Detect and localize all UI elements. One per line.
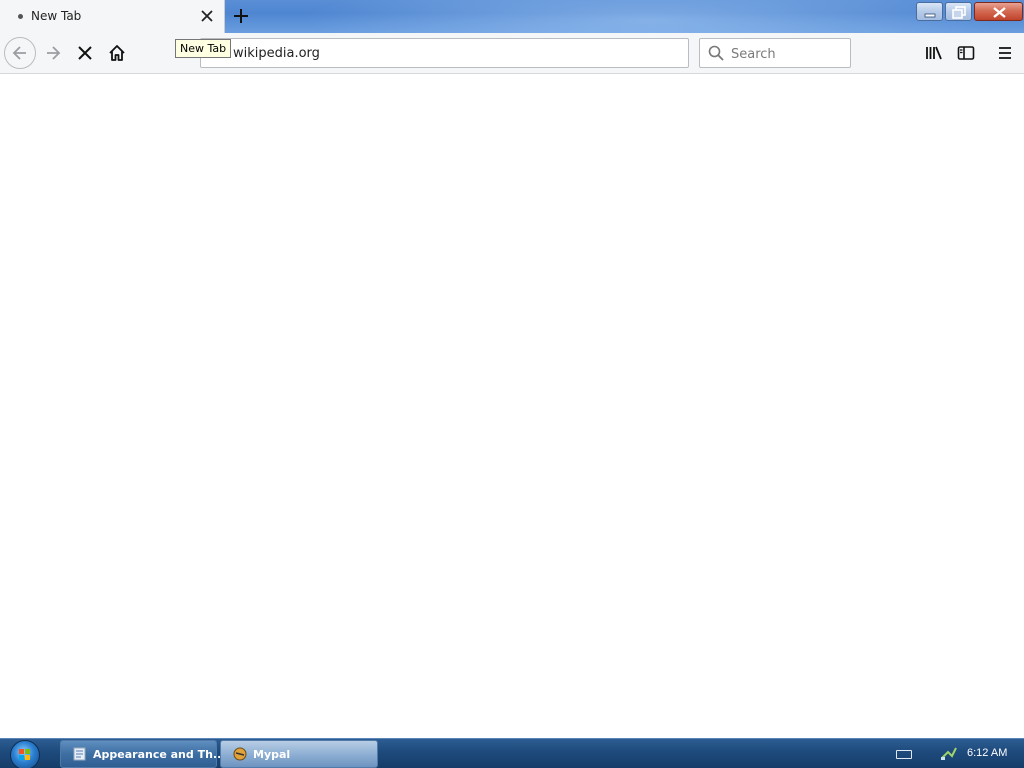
home-button[interactable] <box>103 39 131 67</box>
search-icon <box>708 45 724 61</box>
forward-arrow-icon <box>47 46 61 60</box>
library-button[interactable] <box>920 39 948 67</box>
stop-x-icon <box>78 46 92 60</box>
sidebar-icon <box>957 46 975 60</box>
library-icon <box>926 46 942 60</box>
navigation-toolbar: wikipedia.org Search <box>0 33 1024 74</box>
mypal-browser-icon <box>233 747 247 761</box>
taskbar-item-appearance[interactable]: Appearance and Th... <box>60 740 225 768</box>
tooltip: New Tab <box>175 39 232 58</box>
new-tab-plus-icon[interactable] <box>230 5 252 27</box>
stop-button[interactable] <box>71 39 99 67</box>
clock[interactable]: 6:12 AM <box>967 747 1007 759</box>
minimize-button[interactable] <box>916 2 943 21</box>
windows-logo-icon <box>19 749 30 760</box>
minimize-icon <box>924 13 936 18</box>
hamburger-menu-icon <box>999 47 1011 59</box>
taskbar-item-label: Mypal <box>253 748 291 761</box>
restore-icon <box>952 6 966 19</box>
taskbar-item-label: Appearance and Th... <box>93 748 226 761</box>
taskbar-item-mypal[interactable]: Mypal <box>220 740 378 768</box>
forward-button[interactable] <box>39 39 67 67</box>
keyboard-icon[interactable] <box>896 750 912 759</box>
title-bar-glow <box>300 0 1000 33</box>
tab-title: New Tab <box>31 9 82 23</box>
back-arrow-icon <box>12 46 26 60</box>
close-icon <box>993 7 1006 18</box>
start-button[interactable] <box>10 740 40 768</box>
back-button[interactable] <box>4 37 36 69</box>
address-bar-url: wikipedia.org <box>233 46 320 61</box>
control-panel-icon <box>73 747 86 761</box>
tab-new-tab[interactable]: New Tab <box>0 0 225 33</box>
taskbar: Appearance and Th... Mypal 6:12 AM <box>0 738 1024 768</box>
tab-loading-dot-icon <box>18 14 23 19</box>
sidebar-toggle-button[interactable] <box>952 39 980 67</box>
restore-button[interactable] <box>945 2 972 21</box>
address-bar[interactable]: wikipedia.org <box>200 38 689 68</box>
close-window-button[interactable] <box>974 2 1023 21</box>
search-placeholder: Search <box>731 47 776 62</box>
page-content[interactable] <box>0 75 1024 738</box>
network-icon[interactable] <box>940 745 958 761</box>
close-tab-icon[interactable] <box>199 8 215 24</box>
tab-strip: New Tab <box>0 0 1024 33</box>
main-menu-button[interactable] <box>991 39 1019 67</box>
search-input[interactable]: Search <box>699 38 851 68</box>
window-controls <box>914 2 1023 22</box>
home-icon <box>109 45 125 61</box>
